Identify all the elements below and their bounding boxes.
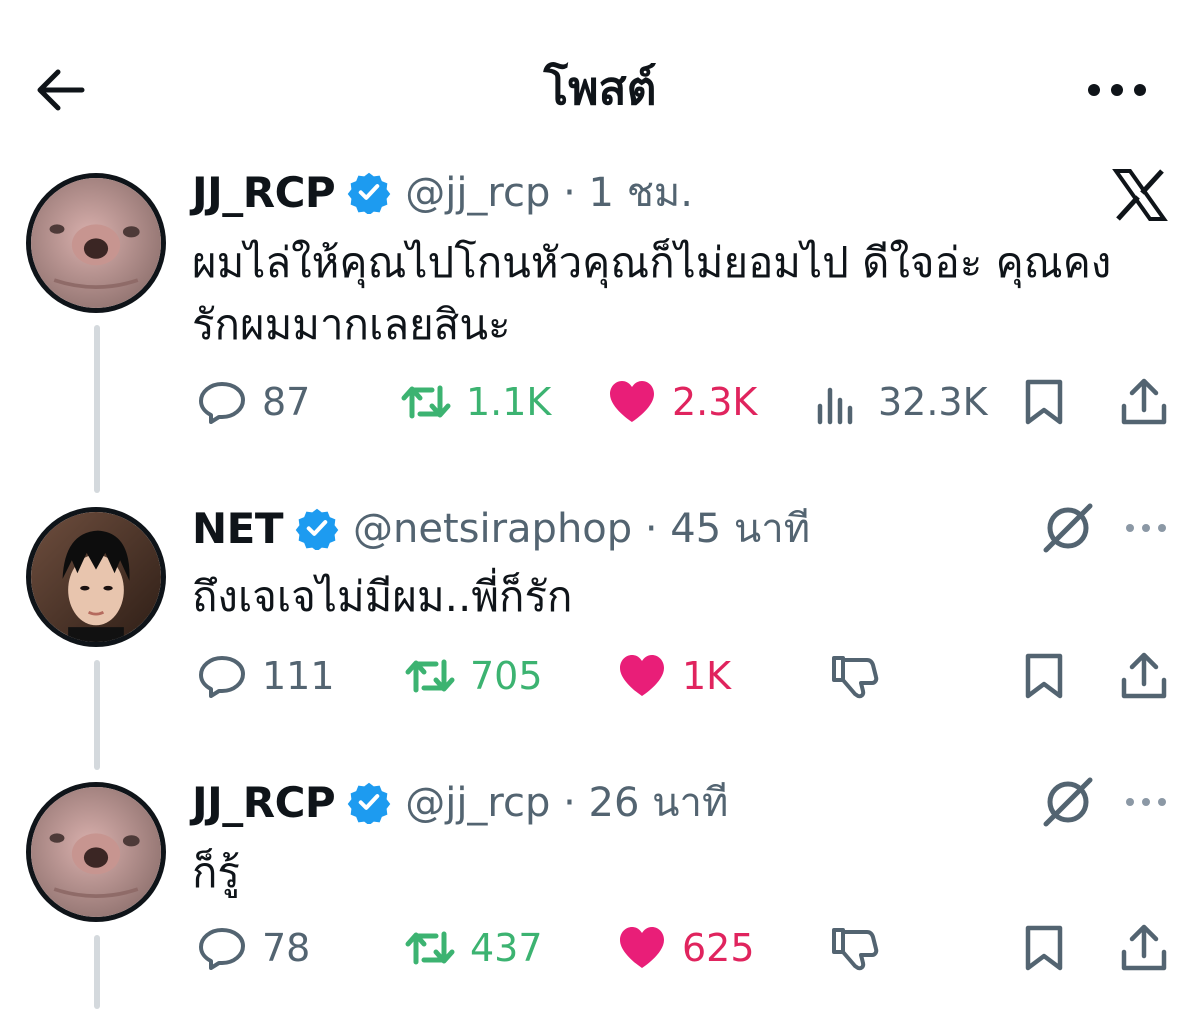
post-header: NET @netsiraphop · 45 นาที [192, 498, 810, 558]
post-text: ถึงเจเจไม่มีผม..พี่ก็รัก [192, 572, 573, 621]
thread-connector [94, 660, 100, 770]
verified-icon [295, 508, 339, 550]
like-count: 2.3K [672, 380, 758, 424]
reply-button[interactable]: 87 [196, 372, 310, 432]
bookmark-icon [1025, 653, 1063, 699]
views-button[interactable]: 32.3K [812, 372, 988, 432]
bookmark-button[interactable] [1018, 918, 1070, 978]
more-icon[interactable] [1122, 518, 1170, 538]
post-meta: @jj_rcp · 26 นาที [405, 780, 729, 826]
dislike-button[interactable] [828, 918, 880, 978]
heart-icon [620, 927, 664, 968]
repost-icon [405, 659, 455, 693]
reply-button[interactable]: 78 [196, 918, 310, 978]
share-button[interactable] [1118, 372, 1170, 432]
grok-icon[interactable] [1040, 500, 1096, 556]
like-count: 1K [682, 654, 732, 698]
dislike-button[interactable] [828, 646, 880, 706]
post-header: JJ_RCP @jj_rcp · 26 นาที [192, 772, 728, 832]
reply-icon [199, 656, 245, 698]
bookmark-button[interactable] [1018, 646, 1070, 706]
reply-count: 78 [262, 926, 311, 970]
avatar[interactable] [26, 507, 166, 647]
reply-button[interactable]: 111 [196, 646, 335, 706]
reply-icon [199, 382, 245, 424]
page-title: โพสต์ [543, 61, 657, 115]
like-button[interactable]: 625 [616, 918, 755, 978]
repost-count: 437 [470, 926, 543, 970]
like-button[interactable]: 2.3K [606, 372, 757, 432]
share-button[interactable] [1118, 646, 1170, 706]
view-count: 32.3K [878, 380, 988, 424]
repost-button[interactable]: 705 [404, 646, 543, 706]
share-icon [1121, 924, 1167, 971]
repost-count: 1.1K [466, 380, 552, 424]
share-icon [1121, 378, 1167, 425]
bookmark-button[interactable] [1018, 372, 1070, 432]
share-icon [1121, 652, 1167, 699]
like-button[interactable]: 1K [616, 646, 731, 706]
reply-count: 111 [262, 654, 335, 698]
display-name[interactable]: JJ_RCP [192, 778, 336, 827]
heart-icon [620, 655, 664, 696]
repost-button[interactable]: 437 [404, 918, 543, 978]
post-text: ก็รู้ [192, 848, 240, 897]
reply-icon [199, 928, 245, 970]
x-logo-icon [1110, 165, 1170, 225]
display-name[interactable]: NET [192, 504, 284, 553]
verified-icon [347, 172, 391, 214]
more-icon[interactable] [1122, 792, 1170, 812]
grok-icon[interactable] [1040, 774, 1096, 830]
more-icon[interactable] [1082, 70, 1152, 110]
avatar[interactable] [26, 173, 166, 313]
repost-icon [405, 931, 455, 965]
heart-icon [610, 381, 654, 422]
like-count: 625 [682, 926, 755, 970]
thread-connector [94, 935, 100, 1009]
repost-button[interactable]: 1.1K [400, 372, 551, 432]
repost-icon [401, 385, 451, 419]
share-button[interactable] [1118, 918, 1170, 978]
reply-count: 87 [262, 380, 311, 424]
bookmark-icon [1025, 925, 1063, 971]
verified-icon [347, 782, 391, 824]
views-icon [817, 387, 853, 425]
post-meta: @netsiraphop · 45 นาที [353, 506, 811, 552]
post-text: ผมไล่ให้คุณไปโกนหัวคุณก็ไม่ยอมไป ดีใจอ่ะ… [192, 238, 1112, 349]
post-meta: @jj_rcp · 1 ชม. [405, 170, 693, 216]
thread-connector [94, 325, 100, 493]
dislike-icon [832, 928, 879, 971]
post-header: JJ_RCP @jj_rcp · 1 ชม. [192, 162, 693, 222]
repost-count: 705 [470, 654, 543, 698]
bookmark-icon [1025, 379, 1063, 425]
display-name[interactable]: JJ_RCP [192, 168, 336, 217]
dislike-icon [832, 656, 879, 699]
avatar[interactable] [26, 782, 166, 922]
